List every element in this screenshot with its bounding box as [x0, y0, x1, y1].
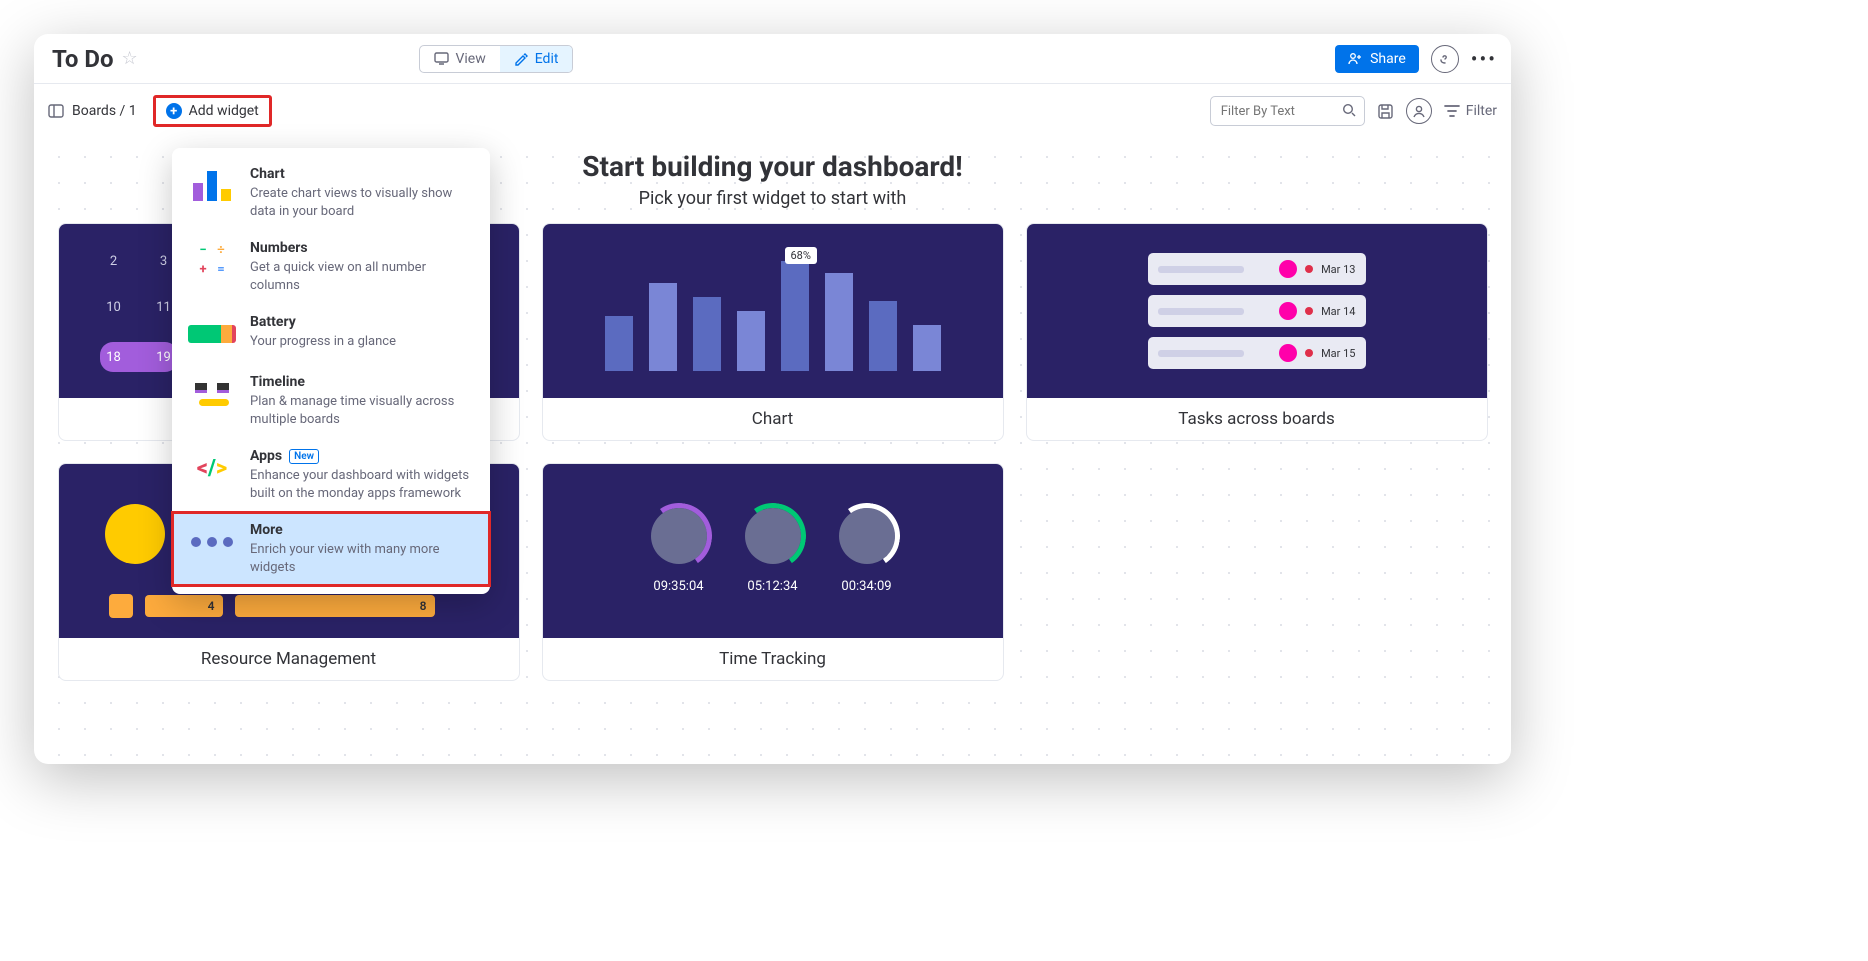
widget-card-tasks[interactable]: Mar 13Mar 14Mar 15 Tasks across boards — [1026, 223, 1488, 441]
tasks-art: Mar 13Mar 14Mar 15 — [1148, 253, 1366, 369]
edit-mode-button[interactable]: Edit — [500, 46, 573, 72]
boards-crumb[interactable]: Boards / 1 — [48, 103, 137, 119]
chart-art: 68% — [605, 251, 941, 371]
filter-button[interactable]: Filter — [1444, 103, 1497, 119]
more-menu-icon[interactable]: ••• — [1471, 47, 1497, 71]
card-label: Time Tracking — [543, 638, 1003, 680]
view-mode-button[interactable]: View — [420, 46, 499, 72]
toolbar: Boards / 1 + Add widget Filter — [34, 84, 1511, 138]
add-widget-button[interactable]: + Add widget — [153, 95, 272, 127]
more-icon — [188, 522, 236, 562]
dropdown-item-apps[interactable]: </>AppsNewEnhance your dashboard with wi… — [172, 438, 490, 512]
dropdown-item-timeline[interactable]: TimelinePlan & manage time visually acro… — [172, 364, 490, 438]
battery-icon — [188, 314, 236, 354]
filter-search — [1210, 96, 1365, 126]
card-label: Chart — [543, 398, 1003, 440]
top-bar: To Do ☆ View Edit Share ••• — [34, 34, 1511, 84]
board-icon — [48, 104, 64, 118]
widget-card-time[interactable]: 09:35:0405:12:3400:34:09 Time Tracking — [542, 463, 1004, 681]
apps-icon: </> — [188, 448, 236, 488]
people-icon — [1348, 52, 1363, 65]
time-art: 09:35:0405:12:3400:34:09 — [651, 508, 895, 594]
dropdown-item-battery[interactable]: BatteryYour progress in a glance — [172, 304, 490, 364]
monitor-icon — [434, 52, 449, 65]
view-edit-segmented: View Edit — [419, 45, 573, 73]
app-shell: To Do ☆ View Edit Share ••• Boards / 1 — [34, 34, 1511, 764]
help-icon[interactable] — [1431, 45, 1459, 73]
favorite-star-icon[interactable]: ☆ — [122, 48, 138, 69]
card-label: Tasks across boards — [1027, 398, 1487, 440]
chart-icon — [188, 166, 236, 206]
filter-icon — [1444, 104, 1460, 118]
pencil-icon — [514, 52, 529, 66]
numbers-icon: −÷+= — [188, 240, 236, 280]
dropdown-item-more[interactable]: MoreEnrich your view with many more widg… — [172, 512, 490, 586]
dropdown-item-chart[interactable]: ChartCreate chart views to visually show… — [172, 156, 490, 230]
dropdown-item-numbers[interactable]: −÷+=NumbersGet a quick view on all numbe… — [172, 230, 490, 304]
card-label: Resource Management — [59, 638, 519, 680]
timeline-icon — [188, 374, 236, 414]
page-title: To Do — [52, 45, 114, 73]
profile-avatar-icon[interactable] — [1406, 98, 1432, 124]
plus-circle-icon: + — [166, 103, 182, 119]
add-widget-dropdown: ChartCreate chart views to visually show… — [172, 148, 490, 594]
search-icon — [1342, 103, 1357, 118]
save-icon[interactable] — [1377, 103, 1394, 120]
share-button[interactable]: Share — [1335, 45, 1419, 73]
widget-card-chart[interactable]: 68% Chart — [542, 223, 1004, 441]
